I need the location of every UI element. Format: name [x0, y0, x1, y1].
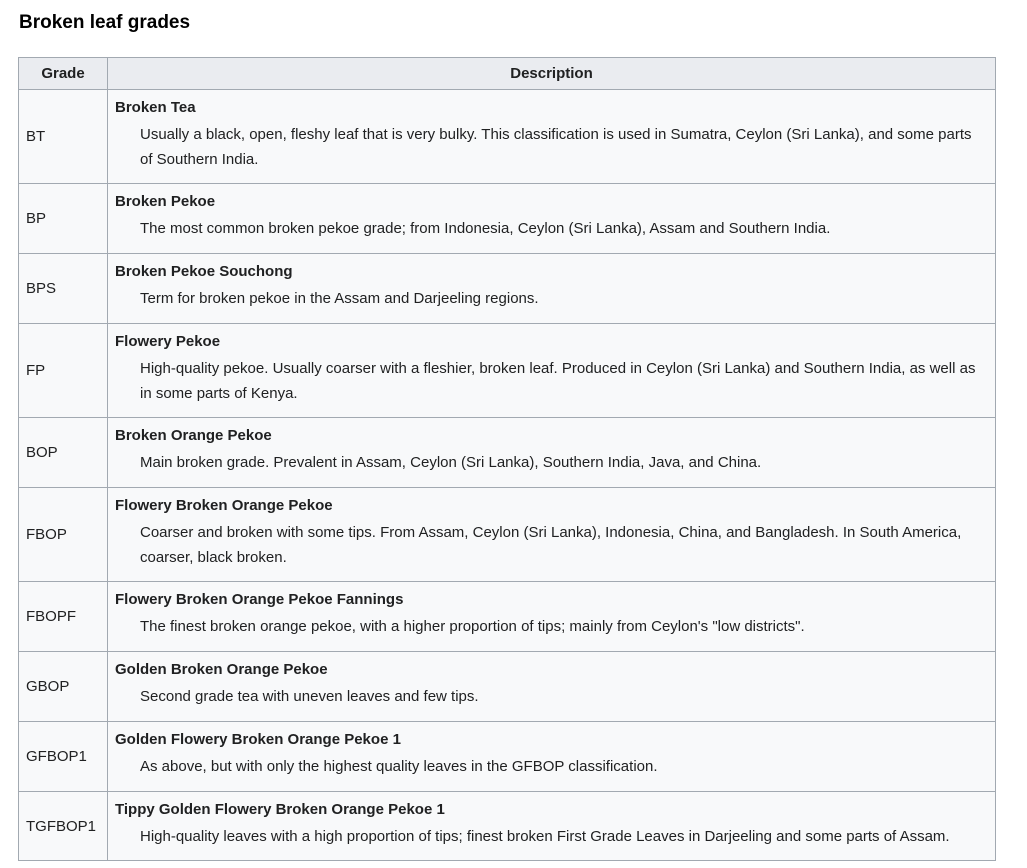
table-row: GFBOP1 Golden Flowery Broken Orange Peko…: [18, 721, 996, 792]
grade-cell: GBOP: [18, 651, 108, 722]
description-cell: Golden Broken Orange Pekoe Second grade …: [107, 651, 996, 722]
grade-cell: BOP: [18, 417, 108, 488]
description-cell: Tippy Golden Flowery Broken Orange Pekoe…: [107, 791, 996, 861]
definition: Second grade tea with uneven leaves and …: [140, 688, 479, 705]
description-cell: Broken Pekoe The most common broken peko…: [107, 183, 996, 254]
description-cell: Flowery Broken Orange Pekoe Coarser and …: [107, 487, 996, 582]
grade-cell: BPS: [18, 253, 108, 324]
section-heading: Broken leaf grades: [19, 12, 191, 33]
definition: The most common broken pekoe grade; from…: [140, 220, 831, 237]
grade-column-header[interactable]: Grade: [18, 57, 108, 90]
term: Broken Tea: [115, 99, 196, 116]
definition: High-quality leaves with a high proporti…: [140, 828, 950, 845]
description-column-header[interactable]: Description: [107, 57, 996, 90]
table-row: GBOP Golden Broken Orange Pekoe Second g…: [18, 651, 996, 722]
description-cell: Broken Tea Usually a black, open, fleshy…: [107, 89, 996, 184]
table-row: FBOP Flowery Broken Orange Pekoe Coarser…: [18, 487, 996, 582]
table-row: BP Broken Pekoe The most common broken p…: [18, 183, 996, 254]
grade-cell: FBOPF: [18, 581, 108, 652]
table-row: BT Broken Tea Usually a black, open, fle…: [18, 89, 996, 184]
table-row: BOP Broken Orange Pekoe Main broken grad…: [18, 417, 996, 488]
grade-cell: FBOP: [18, 487, 108, 582]
term: Golden Flowery Broken Orange Pekoe 1: [115, 731, 401, 748]
term: Broken Orange Pekoe: [115, 427, 272, 444]
table-row: FP Flowery Pekoe High-quality pekoe. Usu…: [18, 323, 996, 418]
grade-cell: BP: [18, 183, 108, 254]
grade-cell: GFBOP1: [18, 721, 108, 792]
term: Broken Pekoe: [115, 193, 216, 210]
grades-table: Grade Description BT Broken Tea Usually …: [18, 57, 996, 861]
definition: As above, but with only the highest qual…: [140, 758, 658, 775]
term: Golden Broken Orange Pekoe: [115, 661, 328, 678]
definition: Coarser and broken with some tips. From …: [140, 524, 962, 566]
description-cell: Broken Pekoe Souchong Term for broken pe…: [107, 253, 996, 324]
description-cell: Flowery Broken Orange Pekoe Fannings The…: [107, 581, 996, 652]
definition: Main broken grade. Prevalent in Assam, C…: [140, 454, 762, 471]
table-row: TGFBOP1 Tippy Golden Flowery Broken Oran…: [18, 791, 996, 861]
description-cell: Golden Flowery Broken Orange Pekoe 1 As …: [107, 721, 996, 792]
definition: Usually a black, open, fleshy leaf that …: [140, 126, 972, 168]
description-cell: Broken Orange Pekoe Main broken grade. P…: [107, 417, 996, 488]
description-cell: Flowery Pekoe High-quality pekoe. Usuall…: [107, 323, 996, 418]
table-header-row: Grade Description: [18, 57, 996, 90]
grade-cell: BT: [18, 89, 108, 184]
grade-cell: TGFBOP1: [18, 791, 108, 861]
term: Flowery Pekoe: [115, 333, 221, 350]
term: Broken Pekoe Souchong: [115, 263, 293, 280]
grade-cell: FP: [18, 323, 108, 418]
table-row: BPS Broken Pekoe Souchong Term for broke…: [18, 253, 996, 324]
definition: Term for broken pekoe in the Assam and D…: [140, 290, 539, 307]
definition: The finest broken orange pekoe, with a h…: [140, 618, 805, 635]
definition: High-quality pekoe. Usually coarser with…: [140, 360, 976, 402]
term: Tippy Golden Flowery Broken Orange Pekoe…: [115, 801, 445, 818]
term: Flowery Broken Orange Pekoe Fannings: [115, 591, 404, 608]
table-row: FBOPF Flowery Broken Orange Pekoe Fannin…: [18, 581, 996, 652]
term: Flowery Broken Orange Pekoe: [115, 497, 333, 514]
